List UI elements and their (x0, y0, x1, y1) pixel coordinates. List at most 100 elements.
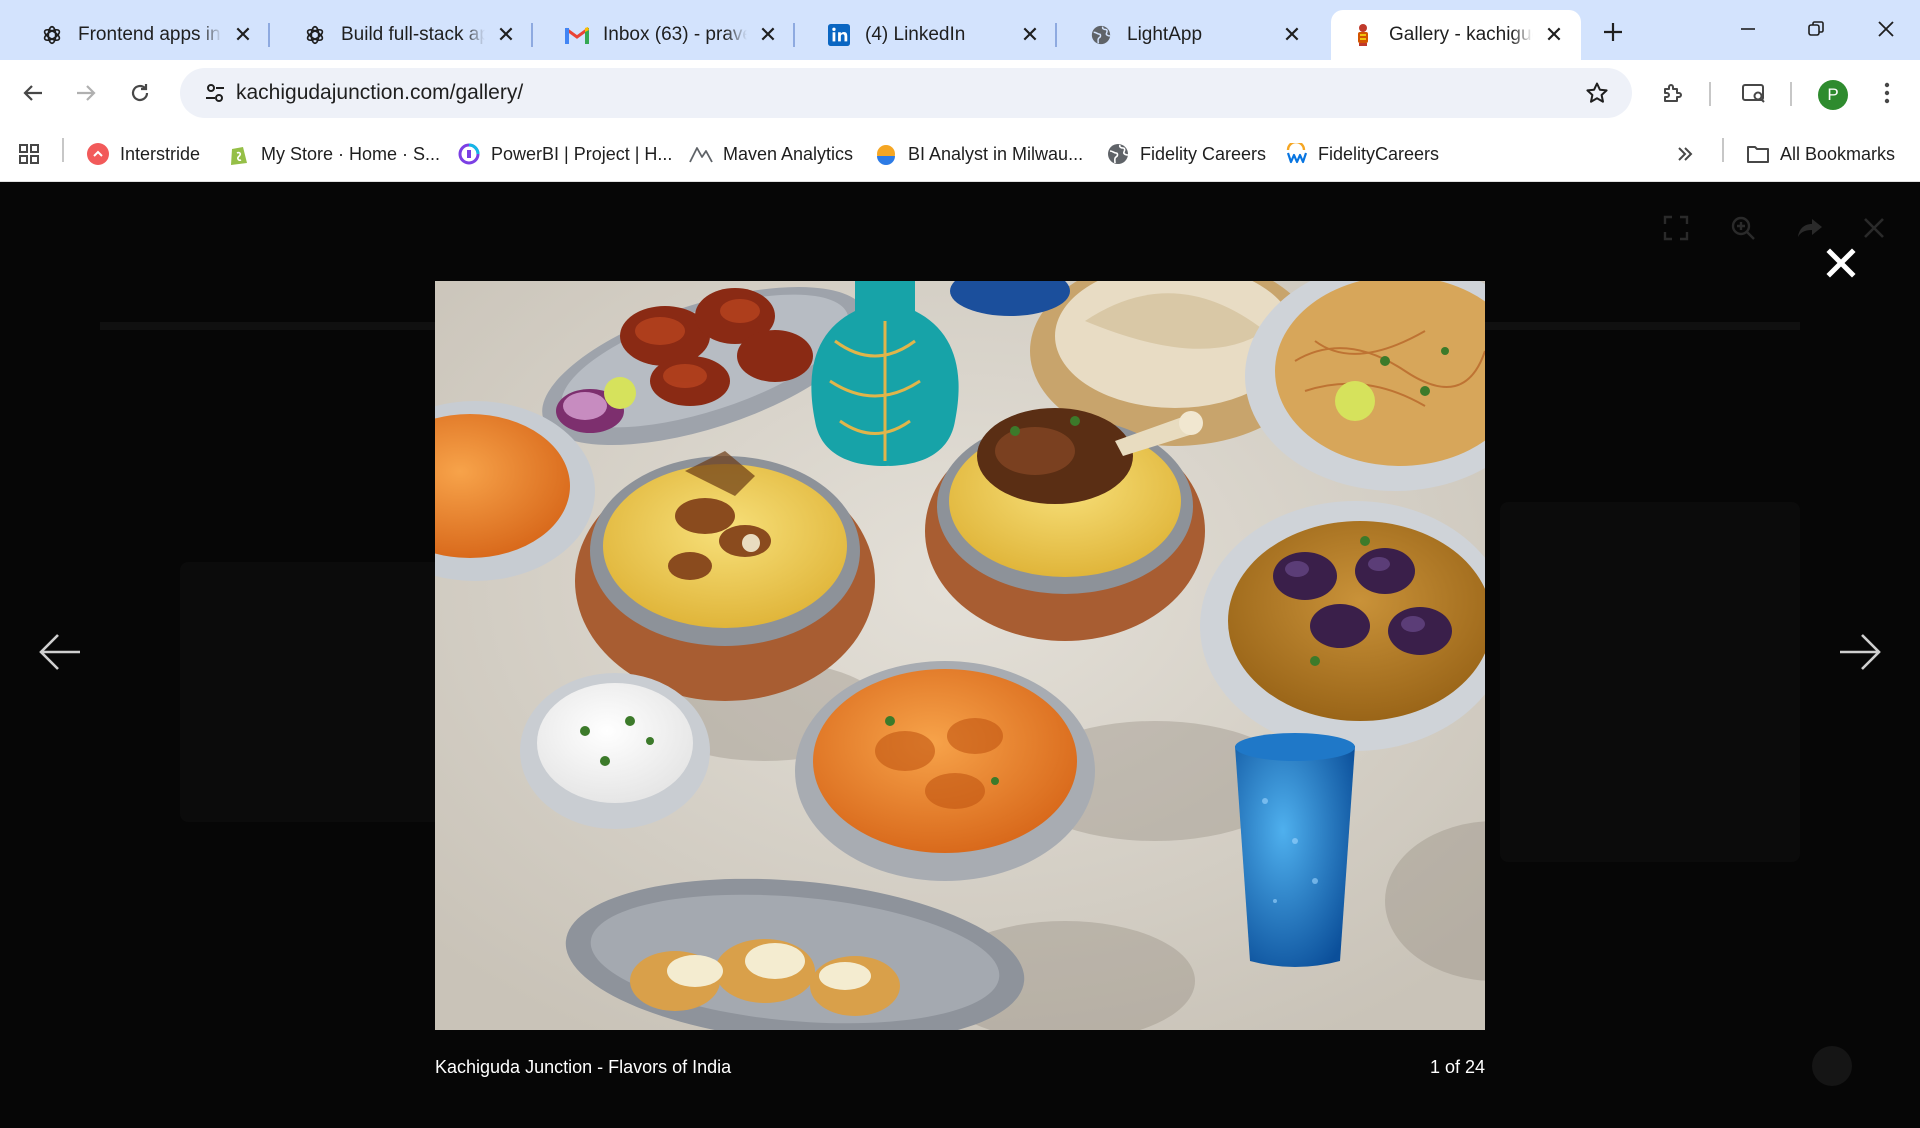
plus-icon (1604, 23, 1622, 41)
bookmark-star-icon[interactable] (1576, 72, 1618, 114)
close-window-button[interactable] (1858, 8, 1914, 50)
tab-gmail-inbox[interactable]: Inbox (63) - praveen ✕ (545, 10, 795, 60)
bookmark-label: BI Analyst in Milwau... (908, 143, 1084, 164)
bookmark-interstride[interactable]: Interstride (86, 138, 200, 170)
gmail-icon (565, 23, 589, 47)
gallery-photo (435, 281, 1485, 1030)
site-info-icon[interactable] (194, 72, 236, 114)
tab-title: Build full-stack app (341, 24, 485, 45)
arrow-right-icon (1840, 634, 1881, 670)
toolbar-divider (1790, 82, 1792, 106)
restore-icon (1808, 21, 1824, 36)
maven-icon (689, 142, 713, 166)
zoom-in-icon[interactable] (1725, 210, 1761, 246)
bookmark-label: Maven Analytics (723, 143, 854, 164)
lightbox-overlay[interactable]: Kachiguda Junction - Flavors of India 1 … (0, 182, 1920, 1128)
close-icon (1826, 248, 1856, 278)
tab-divider (531, 23, 533, 47)
minimize-icon (1741, 28, 1755, 30)
minimize-button[interactable] (1720, 8, 1776, 50)
tab-close-icon[interactable]: ✕ (230, 22, 256, 48)
tab-frontend-apps[interactable]: Frontend apps in Py ✕ (20, 10, 270, 60)
url-text[interactable]: kachigudajunction.com/gallery/ (236, 81, 523, 105)
bookmark-label: All Bookmarks (1780, 143, 1896, 164)
browser-toolbar: kachigudajunction.com/gallery/ P (0, 60, 1920, 126)
bookmark-maven-analytics[interactable]: Maven Analytics (689, 138, 853, 170)
toolbar-divider (1709, 82, 1711, 106)
globe-icon (1106, 142, 1130, 166)
tab-close-icon[interactable]: ✕ (493, 22, 519, 48)
restore-button[interactable] (1788, 8, 1844, 50)
tab-close-icon[interactable]: ✕ (1541, 22, 1567, 48)
bookmark-bi-analyst[interactable]: BI Analyst in Milwau... (874, 138, 1083, 170)
image-caption: Kachiguda Junction - Flavors of India (435, 1057, 732, 1077)
bookmark-fidelitycareers-workday[interactable]: FidelityCareers (1284, 138, 1439, 170)
tab-close-icon[interactable]: ✕ (755, 22, 781, 48)
globe-icon (1089, 23, 1113, 47)
tab-lightapp[interactable]: LightApp ✕ (1069, 10, 1319, 60)
tab-title: Inbox (63) - praveen (603, 24, 747, 45)
openai-icon (40, 23, 64, 47)
close-icon[interactable] (1856, 210, 1892, 246)
image-counter: 1 of 24 (1429, 1057, 1485, 1077)
bookmark-fidelity-careers[interactable]: Fidelity Careers (1106, 138, 1266, 170)
kebab-menu-icon (1884, 82, 1890, 104)
address-bar[interactable]: kachigudajunction.com/gallery/ (180, 68, 1632, 118)
scroll-to-top-button[interactable] (1812, 1046, 1852, 1086)
profile-avatar[interactable]: P (1818, 80, 1848, 110)
bookmark-label: FidelityCareers (1318, 143, 1440, 164)
food-spread-image (435, 281, 1485, 1030)
tab-close-icon[interactable]: ✕ (1017, 22, 1043, 48)
bookmark-divider (62, 138, 64, 162)
bookmark-label: My Store · Home · S... (261, 143, 441, 164)
tab-title: Frontend apps in Py (78, 24, 222, 45)
fullscreen-icon[interactable] (1658, 210, 1694, 246)
apps-button[interactable] (18, 138, 40, 170)
tab-build-full-stack[interactable]: Build full-stack app ✕ (283, 10, 533, 60)
forward-button[interactable] (65, 72, 107, 114)
puzzle-icon (1664, 84, 1682, 102)
tab-title: LightApp (1127, 24, 1203, 45)
tab-search-icon (1742, 84, 1765, 103)
next-image-button[interactable] (1830, 622, 1890, 682)
tab-title: (4) LinkedIn (865, 24, 966, 45)
lightbox-close-button[interactable] (1820, 242, 1862, 284)
workday-icon (1284, 142, 1308, 166)
share-icon[interactable] (1792, 210, 1828, 246)
tab-divider (1055, 23, 1057, 47)
more-bookmarks-button[interactable] (1676, 138, 1694, 170)
bookmark-label: PowerBI | Project | H... (491, 143, 673, 164)
arrow-right-icon (77, 85, 96, 101)
double-chevron-right-icon (1678, 147, 1693, 161)
tab-strip: Frontend apps in Py ✕ Build full-stack a… (0, 0, 1920, 60)
bookmarks-bar: Interstride My Store · Home · S... Power… (0, 126, 1920, 182)
bookmark-label: Interstride (120, 143, 201, 164)
bookmark-my-store[interactable]: My Store · Home · S... (227, 138, 440, 170)
background-page-shape (1500, 502, 1800, 862)
bookmark-powerbi-project[interactable]: PowerBI | Project | H... (457, 138, 672, 170)
all-bookmarks-button[interactable]: All Bookmarks (1746, 138, 1895, 170)
restaurant-logo-icon (1351, 23, 1375, 47)
powerbi-project-icon (457, 142, 481, 166)
new-tab-button[interactable] (1595, 14, 1631, 50)
menu-button[interactable] (1866, 72, 1908, 114)
previous-image-button[interactable] (30, 622, 90, 682)
back-button[interactable] (12, 72, 54, 114)
bookmark-divider (1722, 138, 1724, 162)
shopify-icon (227, 142, 251, 166)
tab-close-icon[interactable]: ✕ (1279, 22, 1305, 48)
tab-linkedin[interactable]: (4) LinkedIn ✕ (807, 10, 1057, 60)
bookmark-label: Fidelity Careers (1140, 143, 1267, 164)
folder-icon (1746, 142, 1770, 166)
cast-search-button[interactable] (1733, 72, 1775, 114)
reload-button[interactable] (119, 72, 161, 114)
openai-icon (303, 23, 327, 47)
tab-gallery-kachiguda[interactable]: Gallery - kachiguda ✕ (1331, 10, 1581, 60)
tab-divider (268, 23, 270, 47)
arrow-left-icon (23, 85, 42, 101)
close-icon (1878, 21, 1894, 37)
tab-divider (793, 23, 795, 47)
interstride-icon (86, 142, 110, 166)
extensions-button[interactable] (1652, 72, 1694, 114)
linkedin-icon (827, 23, 851, 47)
